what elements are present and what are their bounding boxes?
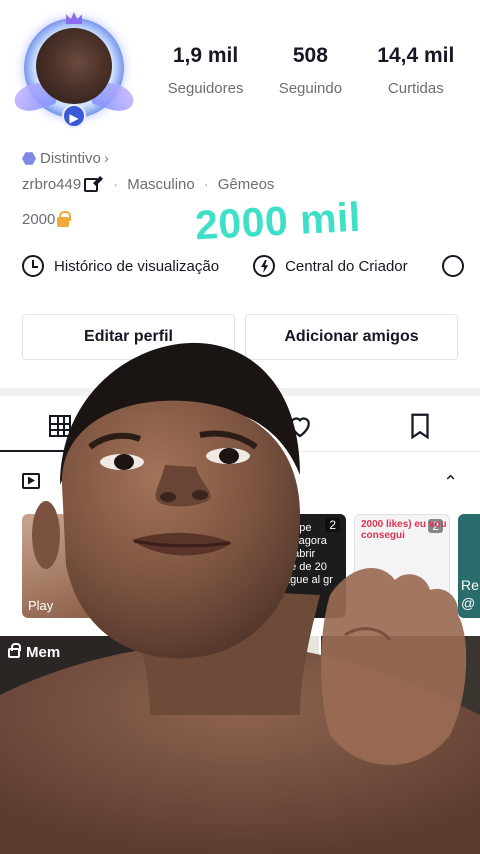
playlists-header: ⌄ [22, 470, 458, 491]
bio[interactable]: 2000 [22, 210, 72, 228]
more-link[interactable] [441, 255, 464, 277]
shortcut-links: Histórico de visualização Central do Cri… [22, 255, 480, 277]
playlist-card-text: Re @ [461, 577, 479, 611]
profile-info-row: zrbro449 · Masculino · Gêmeos [22, 176, 274, 193]
badge-label: Distintivo [40, 150, 101, 167]
playlist-card-text: 2000 likes) eu vou consegui [361, 519, 447, 541]
chevron-up-icon[interactable]: ⌄ [443, 470, 458, 491]
separator-dot: · [113, 176, 119, 193]
creator-center-link[interactable]: Central do Criador [253, 255, 408, 277]
partial-icon [441, 255, 464, 277]
tab-saved[interactable] [360, 400, 480, 451]
content-tabs [0, 400, 480, 452]
heart-icon [290, 416, 310, 437]
gender-label: Masculino [127, 176, 195, 193]
playlist-card-text: do pe as agora a abrir de de 20 ague al … [284, 522, 333, 586]
tab-videos[interactable] [0, 400, 120, 452]
crown-icon [66, 12, 82, 24]
chevron-right-icon: › [103, 150, 109, 167]
video-thumbnail[interactable] [160, 636, 320, 854]
section-divider [0, 388, 480, 396]
bio-text: 2000 [22, 211, 56, 228]
private-label: Mem [8, 642, 61, 661]
profile-avatar[interactable]: ▶ [10, 12, 138, 132]
tab-liked[interactable] [240, 400, 360, 451]
following-stat[interactable]: 508 Seguindo [279, 44, 342, 97]
playlist-icon [22, 472, 40, 489]
followers-count: 1,9 mil [172, 44, 239, 67]
playlist-carousel: Play 2 do pe as agora a abrir de de 20 a… [22, 514, 480, 618]
creator-center-label: Central do Criador [285, 257, 408, 275]
likes-label: Curtidas [387, 80, 444, 97]
following-count: 508 [292, 44, 328, 67]
separator-dot: · [203, 176, 209, 193]
profile-actions: Editar perfil Adicionar amigos [22, 314, 458, 360]
lock-icon [57, 210, 72, 227]
playlist-card[interactable]: 2 do pe as agora a abrir de de 20 ague a… [280, 514, 346, 618]
badge-hex-icon [22, 152, 36, 165]
playlist-card-label: Play [28, 598, 54, 613]
overlay-caption: 2000 mil [193, 193, 362, 249]
private-label-text: Mem [26, 644, 61, 661]
avatar-photo [36, 28, 112, 104]
playlist-card[interactable]: Re @ [458, 514, 480, 618]
lightning-icon [253, 255, 276, 277]
followers-stat[interactable]: 1,9 mil Seguidores [168, 44, 244, 97]
likes-stat[interactable]: 14,4 mil Curtidas [377, 44, 454, 97]
tab-locked[interactable] [120, 400, 240, 451]
grid-icon [49, 414, 71, 437]
profile-stats: 1,9 mil Seguidores 508 Seguindo 14,4 mil… [150, 44, 472, 97]
badge-link[interactable]: Distintivo › [22, 150, 109, 167]
username: zrbro449 [22, 176, 82, 193]
video-thumbnail[interactable]: Mem [0, 636, 159, 854]
bookmark-icon [411, 413, 429, 439]
zodiac-label: Gêmeos [217, 176, 275, 193]
video-grid: Mem [0, 636, 480, 854]
playlist-card[interactable]: Play [22, 514, 102, 618]
add-friends-button[interactable]: Adicionar amigos [245, 314, 458, 360]
likes-count: 14,4 mil [377, 44, 455, 67]
video-thumbnail[interactable] [321, 636, 480, 854]
playlist-card[interactable]: 2 2000 likes) eu vou consegui [354, 514, 450, 618]
edit-username-icon[interactable] [84, 177, 99, 192]
history-label: Histórico de visualização [54, 257, 220, 275]
following-label: Seguindo [278, 80, 343, 97]
history-link[interactable]: Histórico de visualização [22, 255, 219, 277]
play-badge-icon: ▶ [62, 104, 86, 128]
followers-label: Seguidores [167, 80, 244, 97]
clock-icon [22, 255, 44, 277]
lock-icon [8, 642, 21, 658]
edit-profile-button[interactable]: Editar perfil [22, 314, 235, 360]
